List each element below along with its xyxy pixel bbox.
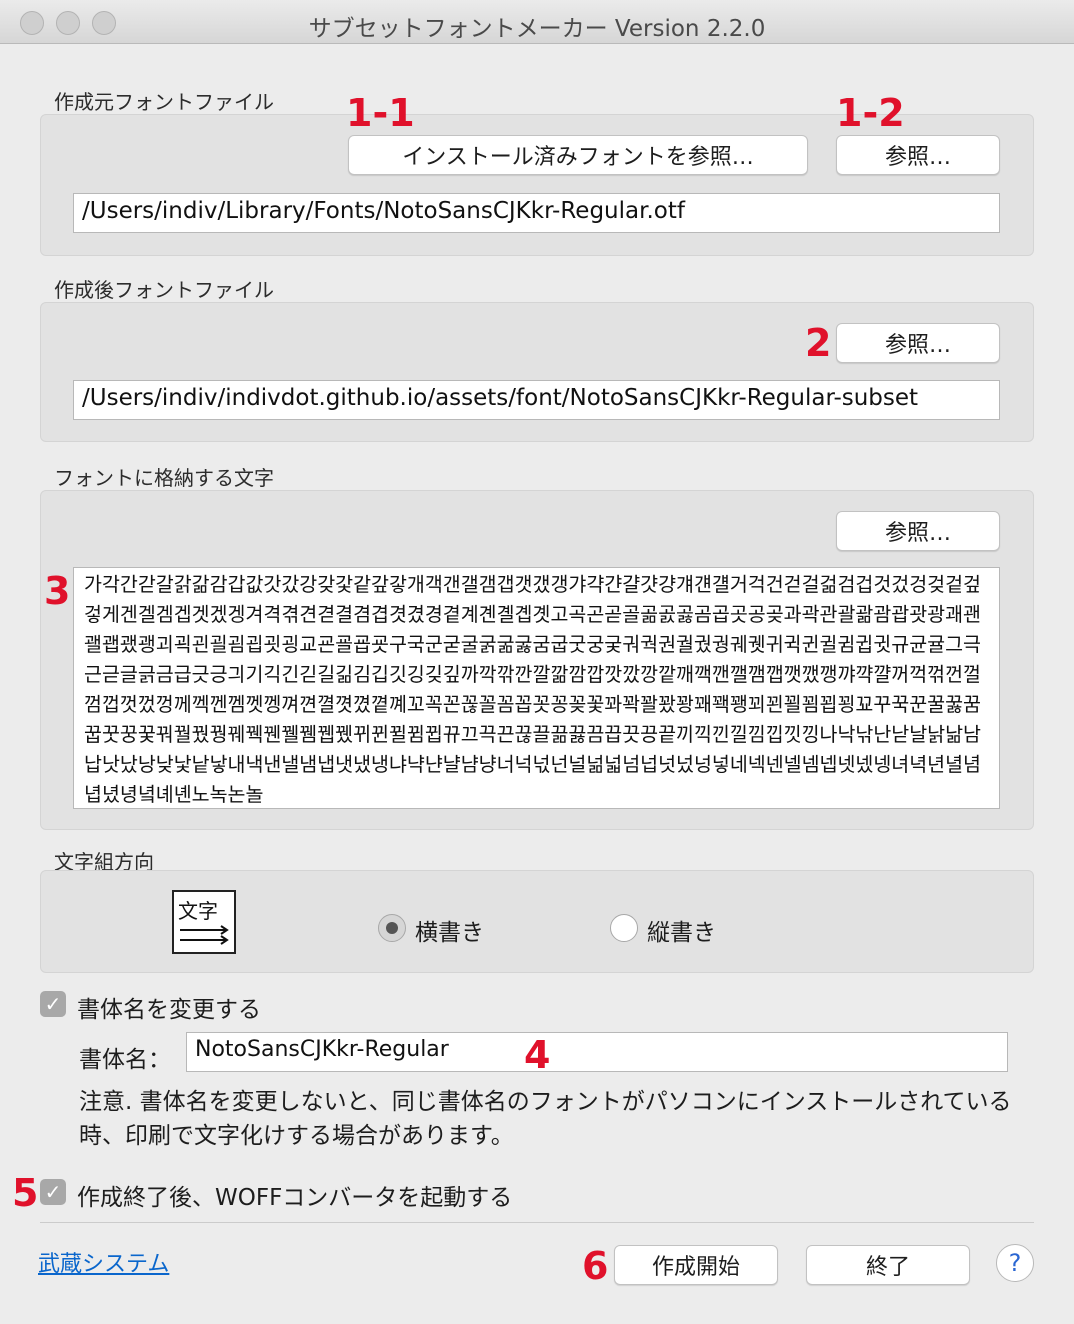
rename-checkbox[interactable]: ✓ (40, 991, 66, 1017)
quit-button[interactable]: 終了 (806, 1245, 970, 1285)
chars-browse-button[interactable]: 参照… (836, 511, 1000, 551)
installed-fonts-button[interactable]: インストール済みフォントを参照… (348, 135, 808, 175)
vertical-radio-label[interactable]: 縦書き (647, 913, 716, 947)
font-name-label: 書体名： (79, 1047, 171, 1073)
output-browse-button[interactable]: 参照… (836, 323, 1000, 363)
source-path-field[interactable]: /Users/indiv/Library/Fonts/NotoSansCJKkr… (73, 193, 1000, 233)
source-section-label: 作成元フォントファイル (54, 90, 274, 114)
musashi-system-link[interactable]: 武蔵システム (38, 1246, 169, 1278)
help-icon[interactable]: ? (996, 1244, 1034, 1282)
chars-textarea[interactable]: 가각간갇갈갉갊감갑값갓갔강갖갗같갚갛개객갠갤갬갭갯갰갱갸갹갼걀걋걍걔걘걜거걱건걷… (73, 567, 1000, 809)
rename-note: 注意. 書体名を変更しないと、同じ書体名のフォントがパソコンにインストールされて… (79, 1089, 1012, 1149)
annotation-3: 3 (44, 569, 71, 613)
font-name-field[interactable]: NotoSansCJKkr-Regular (186, 1032, 1008, 1072)
output-section-label: 作成後フォントファイル (54, 278, 274, 302)
start-button[interactable]: 作成開始 (614, 1245, 778, 1285)
annotation-2: 2 (805, 321, 832, 365)
annotation-1-2: 1-2 (836, 91, 905, 135)
source-browse-button[interactable]: 参照… (836, 135, 1000, 175)
woff-checkbox[interactable]: ✓ (40, 1179, 66, 1205)
chars-section-label: フォントに格納する文字 (54, 466, 274, 490)
horizontal-radio-label[interactable]: 横書き (415, 913, 484, 947)
annotation-5: 5 (12, 1171, 39, 1215)
vertical-radio[interactable] (610, 914, 638, 942)
window-title: サブセットフォントメーカー Version 2.2.0 (308, 16, 766, 42)
annotation-6: 6 (582, 1244, 609, 1288)
horizontal-writing-icon: 文字 (172, 890, 236, 954)
woff-checkbox-label[interactable]: 作成終了後、WOFFコンバータを起動する (77, 1178, 512, 1212)
annotation-4: 4 (524, 1033, 551, 1077)
rename-checkbox-label[interactable]: 書体名を変更する (77, 990, 261, 1024)
title-bar: サブセットフォントメーカー Version 2.2.0 (0, 0, 1074, 44)
footer-divider (40, 1222, 1034, 1223)
output-path-field[interactable]: /Users/indiv/indivdot.github.io/assets/f… (73, 380, 1000, 420)
horizontal-radio[interactable] (378, 914, 406, 942)
annotation-1-1: 1-1 (346, 91, 415, 135)
